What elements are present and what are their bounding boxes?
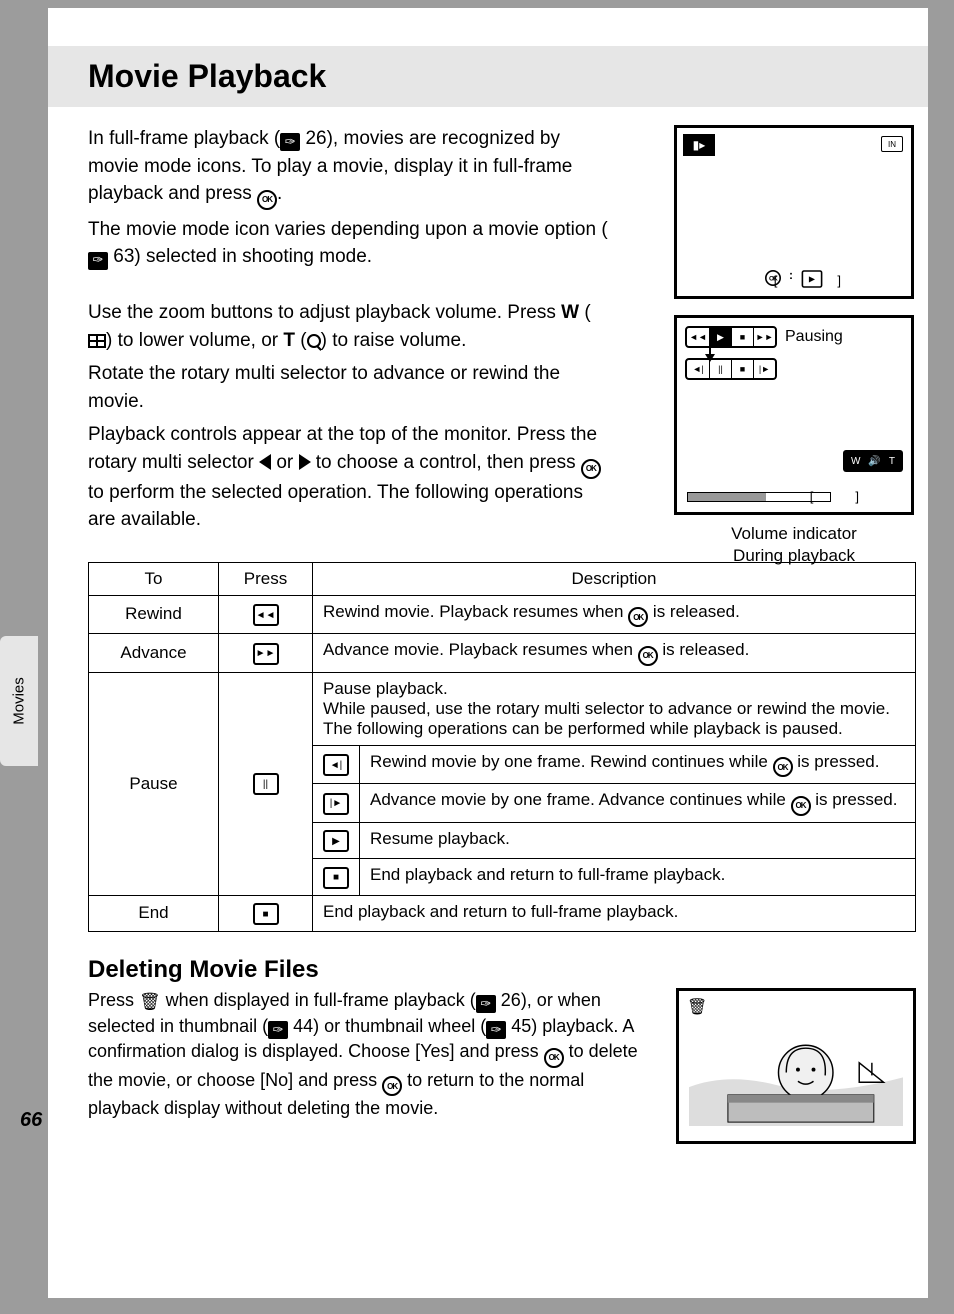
delete-description: Press 🗑 when displayed in full-frame pla…	[88, 988, 658, 1144]
resume-icon: ▶	[323, 830, 349, 852]
para-4: Rotate the rotary multi selector to adva…	[88, 360, 608, 415]
stop-icon: ■	[731, 360, 753, 378]
trash-icon: 🗑	[139, 990, 161, 1014]
figure-pause-screen: ◄◄ ▶ ■ ►► Pausing ◄| || ■ |►	[674, 315, 914, 515]
section-title: Deleting Movie Files	[88, 956, 916, 984]
play-icon: ▶	[709, 328, 731, 346]
pause-icon: ||	[709, 360, 731, 378]
pausing-label: Pausing	[785, 328, 843, 346]
table-row: Pause || Pause playback. While paused, u…	[89, 672, 916, 745]
table-row: Advance ►► Advance movie. Playback resum…	[89, 634, 916, 673]
page-ref-icon	[476, 995, 496, 1013]
movie-mode-icon: ▮▸	[683, 134, 715, 156]
sample-image-illustration	[689, 1019, 903, 1126]
in-memory-icon: IN	[881, 136, 903, 152]
table-row: End ■ End playback and return to full-fr…	[89, 895, 916, 932]
advance-button-icon: ►►	[253, 643, 279, 665]
rewind-icon: ◄◄	[687, 328, 709, 346]
stop-icon: ■	[731, 328, 753, 346]
pause-button-icon: ||	[253, 773, 279, 795]
left-arrow-icon	[259, 454, 271, 470]
page-title: Movie Playback	[88, 58, 928, 95]
speaker-icon: 🔊	[868, 456, 880, 467]
frame-rewind-icon: ◄|	[687, 360, 709, 378]
zoom-icon	[307, 334, 321, 348]
figure-playback-screen: ▮▸ IN : ▶ []	[674, 125, 914, 299]
figure-caption: Volume indicator During playback	[674, 523, 914, 567]
playback-controls-strip: ◄◄ ▶ ■ ►►	[685, 326, 777, 348]
col-to: To	[89, 562, 219, 595]
ok-icon	[791, 796, 811, 816]
pause-controls-strip: ◄| || ■ |►	[685, 358, 777, 380]
ok-icon	[257, 190, 277, 210]
volume-indicator: W 🔊 T	[843, 450, 903, 472]
trash-icon: 🗑	[687, 997, 707, 1017]
t-icon: T	[889, 456, 895, 467]
ok-icon	[544, 1048, 564, 1068]
rewind-button-icon: ◄◄	[253, 604, 279, 626]
ok-icon	[628, 607, 648, 627]
page-ref-icon	[486, 1021, 506, 1039]
frame-advance-icon: |►	[323, 793, 349, 815]
figure-stack: ▮▸ IN : ▶ [] ◄◄ ▶ ■ ►►	[674, 125, 914, 567]
frame-rewind-icon: ◄|	[323, 754, 349, 776]
header-bar: Movie Playback	[48, 46, 928, 107]
forward-icon: ►►	[753, 328, 775, 346]
section-tab-label: Movies	[11, 677, 28, 725]
frame-advance-icon: |►	[753, 360, 775, 378]
page-ref-icon	[280, 133, 300, 151]
col-press: Press	[219, 562, 313, 595]
stop-icon: ■	[253, 903, 279, 925]
table-row: Rewind ◄◄ Rewind movie. Playback resumes…	[89, 595, 916, 634]
para-2: The movie mode icon varies depending upo…	[88, 216, 608, 271]
ok-icon	[581, 459, 601, 479]
stop-icon: ■	[323, 867, 349, 889]
page-number: 66	[20, 1109, 42, 1132]
para-1: In full-frame playback ( 26), movies are…	[88, 125, 608, 210]
page-ref-icon	[88, 252, 108, 270]
brackets: []	[810, 489, 901, 504]
right-arrow-icon	[299, 454, 311, 470]
para-3: Use the zoom buttons to adjust playback …	[88, 299, 608, 354]
thumbnail-grid-icon	[88, 334, 106, 348]
operations-table: To Press Description Rewind ◄◄ Rewind mo…	[88, 562, 916, 933]
figure-delete-dialog: 🗑	[676, 988, 916, 1144]
ok-icon	[773, 757, 793, 777]
manual-page: Movies Movie Playback ▮▸ IN : ▶ []	[48, 8, 928, 1298]
page-ref-icon	[268, 1021, 288, 1039]
ok-icon	[382, 1076, 402, 1096]
para-5: Playback controls appear at the top of t…	[88, 421, 608, 533]
brackets: []	[774, 273, 901, 288]
section-tab: Movies	[0, 636, 38, 766]
ok-icon	[638, 646, 658, 666]
w-icon: W	[851, 456, 860, 467]
